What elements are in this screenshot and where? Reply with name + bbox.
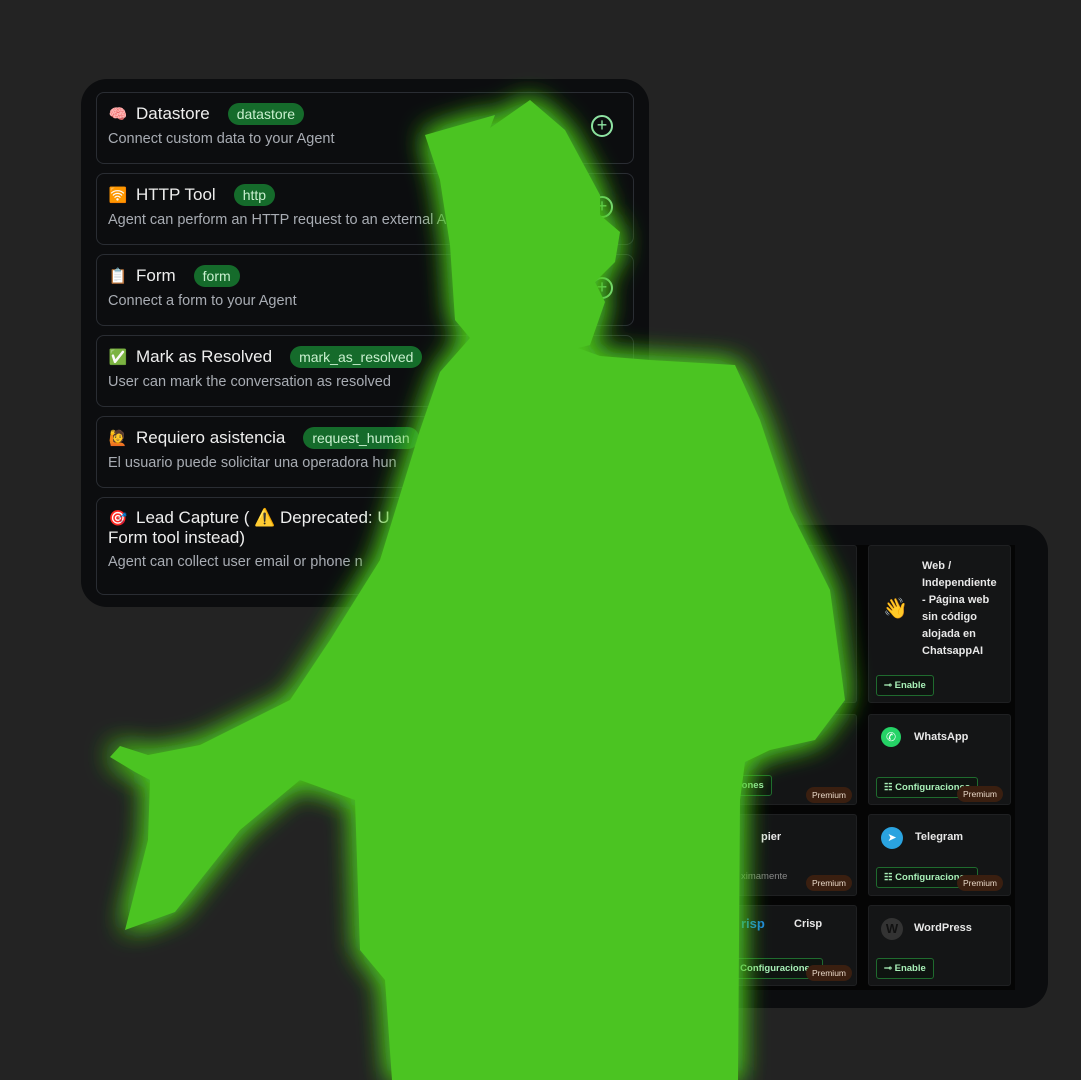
silhouette-shape — [110, 100, 845, 1080]
person-silhouette — [110, 100, 845, 1080]
